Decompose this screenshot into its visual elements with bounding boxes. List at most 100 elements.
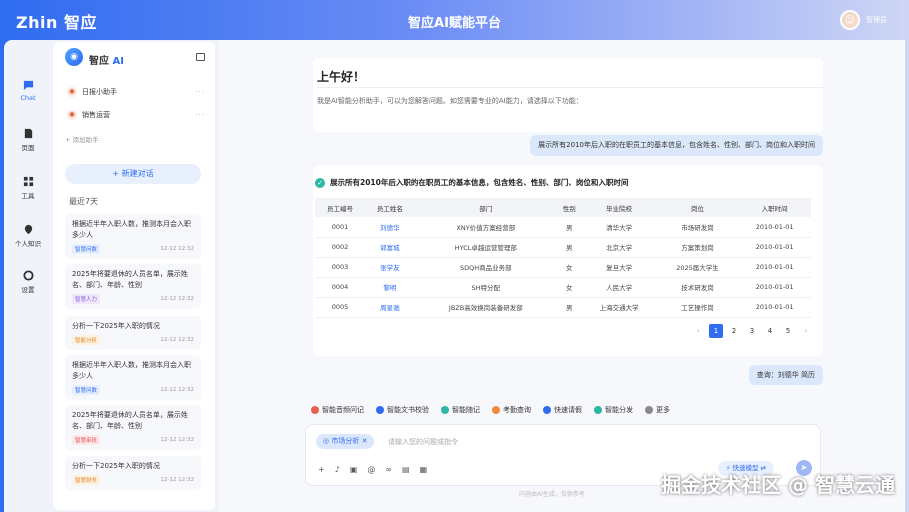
history-tag: 智慧人力 [72, 294, 101, 304]
page-icon [24, 128, 32, 139]
assistant-icon: ● [67, 87, 77, 97]
user-name: 管理员 [866, 16, 887, 24]
note-icon [441, 406, 449, 414]
mic-icon[interactable]: ♪ [335, 465, 340, 474]
at-icon[interactable]: @ [367, 465, 375, 474]
table-cell: 2010-01-01 [738, 217, 811, 238]
app-title: 智应AI赋能平台 [408, 16, 501, 31]
rail-item-chat[interactable]: Chat [4, 80, 52, 102]
table-cell: 2025届大学生 [656, 257, 739, 278]
collapse-sidebar-icon[interactable] [196, 53, 205, 61]
mic-icon [311, 406, 319, 414]
more-icon[interactable]: ··· [195, 111, 205, 119]
history-item[interactable]: 2025年将要退休的人员名单，展示姓名、部门、年龄、性别 智慧审批 12-12 1… [65, 405, 201, 450]
rail-item-page[interactable]: 页面 [4, 128, 52, 152]
document-icon [376, 406, 384, 414]
tool-attendance[interactable]: 考勤查询 [492, 405, 531, 415]
column-header: 入职时间 [738, 198, 811, 217]
next-page-button[interactable]: › [799, 324, 813, 338]
assistant-label: 销售运营 [82, 111, 110, 119]
history-item[interactable]: 分析一下2025年入职的情况 智慧财务 12-12 12:32 [65, 456, 201, 490]
employee-name-link[interactable]: 张学友 [364, 257, 415, 278]
history-time: 12-12 12:32 [160, 337, 194, 343]
table-cell: 人民大学 [581, 277, 657, 298]
assistant-label: 日报小助手 [82, 88, 117, 96]
table-cell: HYCL卓越运营管理部 [414, 237, 557, 258]
rail-item-tools[interactable]: 工具 [4, 176, 52, 200]
assistant-item[interactable]: ● 日报小助手 ··· [67, 84, 205, 100]
page-button[interactable]: 3 [745, 324, 759, 338]
table-row: 0005 周星驰 JBZB高效换岗装备研发部男上海交通大学 工艺操作岗 2010-01-… [315, 297, 811, 318]
table-cell: 男 [556, 237, 582, 258]
column-header: 毕业院校 [581, 198, 657, 217]
top-bar: Zhin 智应 智应AI赋能平台 ☺ 管理员 [0, 0, 909, 40]
table-cell: 男 [556, 297, 582, 318]
tool-audio-notes[interactable]: 智能音频问记 [311, 405, 364, 415]
disclaimer: 内容由AI生成，仅供参考 [519, 491, 585, 498]
plus-icon[interactable]: + [318, 465, 325, 474]
rail-label: Chat [20, 94, 36, 102]
table-cell: 北京大学 [581, 237, 657, 258]
page-button[interactable]: 4 [763, 324, 777, 338]
prev-page-button[interactable]: ‹ [691, 324, 705, 338]
rail-item-settings[interactable]: 设置 [4, 270, 52, 294]
table-cell: 0001 [315, 217, 365, 238]
watermark: 掘金技术社区 @ 智慧云通 [661, 473, 895, 497]
history-tag: 智慧问数 [72, 244, 101, 254]
page-button[interactable]: 2 [727, 324, 741, 338]
tool-shortcuts: 智能音频问记 智能文书校验 智能随记 考勤查询 快速请假 智能分发 更多 [311, 405, 670, 415]
more-icon[interactable]: ··· [195, 88, 205, 96]
template-icon[interactable]: ▤ [402, 465, 410, 474]
check-icon: ✓ [315, 177, 325, 188]
table-cell: 男 [556, 217, 582, 238]
column-header: 员工编号 [315, 198, 365, 217]
employee-name-link[interactable]: 郭富城 [364, 237, 415, 258]
employee-name-link[interactable]: 黎明 [364, 277, 415, 298]
history-item[interactable]: 2025年将要退休的人员名单，展示姓名、部门、年龄、性别 智慧人力 12-12 1… [65, 264, 201, 309]
table-cell: 2010-01-01 [738, 297, 811, 318]
image-icon[interactable]: ▣ [350, 465, 358, 474]
history-text: 分析一下2025年入职的情况 [72, 462, 160, 470]
chat-main: 上午好！ 我是AI智能分析助手，可以为您解答问题。如您需要专业的AI能力，请选择… [219, 40, 905, 512]
table-row: 0003 张学友 SDQH商品业务部女复旦大学 2025届大学生 2010-01-01 [315, 257, 811, 278]
robot-icon: ◉ [65, 48, 83, 66]
answer-card: ✓ 展示所有2010年后入职的在职员工的基本信息，包含姓名、性别、部门、岗位和入… [313, 166, 823, 356]
table-row: 0001 刘德华 XNY价值方案经营部男清华大学 市场研发岗 2010-01-01 [315, 217, 811, 238]
skill-chip[interactable]: ◎ 市场分析 ✕ [316, 434, 375, 449]
table-icon[interactable]: ▦ [420, 465, 428, 474]
greeting-intro: 我是AI智能分析助手，可以为您解答问题。如您需要专业的AI能力，请选择以下功能： [317, 97, 583, 105]
leave-icon [543, 406, 551, 414]
table-cell: 0003 [315, 257, 365, 278]
tool-leave[interactable]: 快速请假 [543, 405, 582, 415]
new-chat-button[interactable]: + 新建对话 [65, 164, 201, 184]
table-cell: 女 [556, 277, 582, 298]
table-cell: XNY价值方案经营部 [414, 217, 557, 238]
page-button[interactable]: 1 [709, 324, 723, 338]
avatar[interactable]: ☺ [840, 10, 860, 30]
rail-label: 工具 [21, 192, 35, 200]
tool-more[interactable]: 更多 [645, 405, 670, 415]
employee-name-link[interactable]: 刘德华 [364, 217, 415, 238]
link-icon[interactable]: ∞ [385, 465, 392, 474]
table-cell: 清华大学 [581, 217, 657, 238]
tool-doc-check[interactable]: 智能文书校验 [376, 405, 429, 415]
user-menu[interactable]: ☺ 管理员 [840, 10, 887, 30]
history-item[interactable]: 分析一下2025年入职的情况 智能分析 12-12 12:32 [65, 316, 201, 350]
divider [317, 87, 823, 88]
assistant-item[interactable]: ● 销售运营 ··· [67, 107, 205, 123]
table-cell: 复旦大学 [581, 257, 657, 278]
history-item[interactable]: 根据近半年入职人数，推测本月会入职多少人 智慧问数 12-12 12:32 [65, 355, 201, 400]
rail-item-knowledge[interactable]: 个人知识 [4, 224, 52, 248]
history-tag: 智慧审批 [72, 435, 101, 445]
input-placeholder[interactable]: 请输入您的问题或指令 [388, 437, 458, 447]
recent-label: 最近7天 [69, 197, 99, 206]
user-message: 查询：刘德华 简历 [748, 365, 823, 385]
add-assistant-button[interactable]: + 添加助手 [65, 134, 99, 144]
tool-dispatch[interactable]: 智能分发 [594, 405, 633, 415]
grid-icon [645, 406, 653, 414]
tool-notes[interactable]: 智能随记 [441, 405, 480, 415]
history-item[interactable]: 根据近半年入职人数，推测本月会入职多少人 智慧问数 12-12 12:32 [65, 214, 201, 259]
employee-name-link[interactable]: 周星驰 [364, 297, 415, 318]
page-button[interactable]: 5 [781, 324, 795, 338]
calendar-icon [492, 406, 500, 414]
